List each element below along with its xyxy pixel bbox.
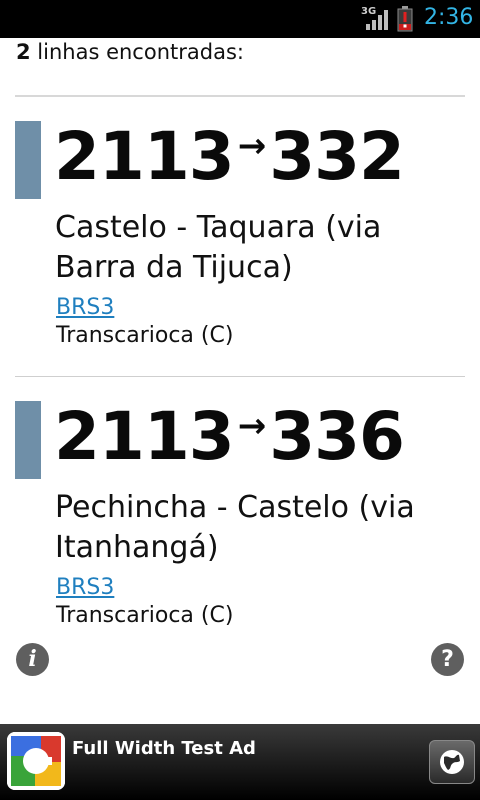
results-count-label: linhas encontradas: [30,40,244,64]
help-icon[interactable]: ? [431,643,464,676]
google-logo-icon [7,732,65,790]
header-divider [15,95,465,97]
route-to: 336 [269,398,405,475]
arrow-right-icon: → [237,126,266,166]
arrow-right-icon: → [237,406,266,446]
route-system: Transcarioca (C) [56,603,234,628]
signal-icon [366,10,388,30]
route-number: 2113 →336 [54,398,405,475]
battery-alert-icon [397,6,413,32]
globe-icon [440,750,464,774]
ad-title[interactable]: Full Width Test Ad [72,738,256,759]
route-from: 2113 [54,118,235,195]
status-time: 2:36 [424,5,474,30]
route-code-link[interactable]: BRS3 [56,295,114,320]
results-count: 2 linhas encontradas: [16,40,244,64]
route-code-link[interactable]: BRS3 [56,575,114,600]
line-accent-bar [15,121,41,199]
info-icon[interactable]: i [16,643,49,676]
route-system: Transcarioca (C) [56,323,234,348]
line-divider [15,376,465,377]
route-to: 332 [269,118,405,195]
ad-open-button[interactable] [429,740,475,784]
status-bar: 3G 2:36 [0,0,480,38]
ad-banner[interactable]: Full Width Test Ad [0,724,480,800]
route-from: 2113 [54,398,235,475]
route-name: Pechincha - Castelo (via Itanhangá) [55,490,415,565]
route-number: 2113 →332 [54,118,405,195]
route-name: Castelo - Taquara (via Barra da Tijuca) [55,210,382,285]
line-accent-bar [15,401,41,479]
results-count-number: 2 [16,40,31,64]
